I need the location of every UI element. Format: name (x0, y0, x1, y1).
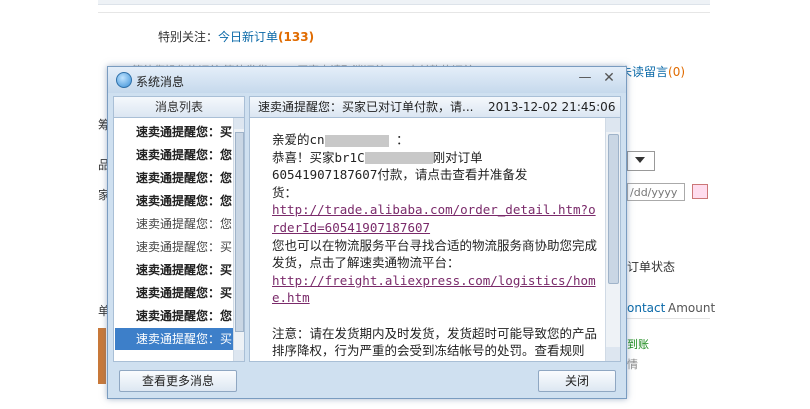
message-list-item[interactable]: 速卖通提醒您：您... (115, 190, 233, 212)
congrats-suffix: 刚对订单 (432, 149, 483, 165)
new-orders-link[interactable]: 今日新订单 (218, 30, 278, 44)
message-list-item[interactable]: 速卖通提醒您：买... (115, 282, 233, 304)
dialog-title: 系统消息 (136, 75, 185, 89)
message-list-item[interactable]: 速卖通提醒您：买... (115, 121, 233, 143)
amount-header: Amount (668, 301, 716, 315)
message-detail-header: 速卖通提醒您：买家已对订单付款，请... 2013-12-02 21:45:06 (249, 96, 621, 118)
minimize-icon[interactable]: — (576, 69, 594, 87)
message-list-item[interactable]: 速卖通提醒您：您... (115, 144, 233, 166)
message-app-icon (116, 72, 132, 88)
message-content-scrollbar[interactable] (605, 118, 620, 361)
logistics-link[interactable]: http://freight.aliexpress.com/logistics/… (272, 273, 596, 306)
scroll-up-icon[interactable] (234, 118, 244, 129)
view-more-messages-button[interactable]: 查看更多消息 (119, 370, 237, 392)
divider (98, 12, 710, 13)
message-list-item[interactable]: 速卖通提醒您：买... (115, 236, 233, 258)
congrats-text: 恭喜！买家br1C (272, 149, 365, 165)
calendar-icon[interactable] (692, 184, 708, 199)
scroll-up-icon[interactable] (606, 118, 620, 132)
redacted-name (324, 134, 389, 147)
notice-text: 注意：请在发货期内及时发货，发货超时可能导致您的产品排序降权，行为严重的会受到冻… (272, 325, 598, 359)
product-thumbnail (98, 328, 106, 384)
special-label: 特别关注： (158, 30, 219, 44)
chevron-down-icon (635, 157, 645, 163)
message-list-item[interactable]: 速卖通提醒您：买... (115, 328, 233, 350)
message-list-item[interactable]: 速卖通提醒您：您... (115, 167, 233, 189)
system-message-dialog: 系统消息 — ✕ 消息列表 速卖通提醒您：买... 速卖通提醒您：您... 速卖… (107, 66, 627, 399)
message-content: 亲爱的cn ： 恭喜！买家br1C 刚对订单 60541907187607付款，请… (249, 118, 621, 362)
scroll-down-icon[interactable] (234, 350, 244, 361)
top-bar (98, 0, 710, 5)
greeting-suffix: ： (388, 132, 409, 147)
new-orders-count: (133) (278, 30, 315, 44)
greeting-line: 亲爱的cn ： (272, 131, 602, 149)
message-list-item[interactable]: 速卖通提醒您：您... (115, 305, 233, 327)
redacted-buyer (364, 152, 433, 165)
greeting-text: 亲爱的cn (272, 132, 325, 147)
message-list-header: 消息列表 (113, 96, 245, 118)
close-icon[interactable]: ✕ (600, 69, 618, 87)
unread-count: (0) (668, 65, 686, 79)
contact-link[interactable]: ontact (627, 301, 665, 315)
message-subject: 速卖通提醒您：买家已对订单付款，请... (258, 100, 474, 114)
message-list-item[interactable]: 速卖通提醒您：您... (115, 213, 233, 235)
dialog-titlebar[interactable]: 系统消息 — ✕ (108, 67, 626, 93)
order-detail-link[interactable]: http://trade.alibaba.com/order_detail.ht… (272, 202, 596, 235)
filter-select[interactable] (627, 151, 655, 171)
message-date: 2013-12-02 21:45:06 (488, 100, 616, 114)
scroll-thumb[interactable] (608, 134, 619, 284)
message-body: 亲爱的cn ： 恭喜！买家br1C 刚对订单 60541907187607付款，请… (272, 131, 602, 360)
close-button[interactable]: 关闭 (538, 370, 616, 392)
order-line: 60541907187607付款，请点击查看并准备发 (272, 167, 528, 183)
divider (627, 318, 710, 319)
order-status-header: 订单状态 (627, 260, 676, 274)
order-line-2: 货： (272, 184, 298, 200)
date-input[interactable]: /dd/yyyy (627, 183, 685, 201)
message-list-item[interactable]: 速卖通提醒您：买... (115, 259, 233, 281)
unread-messages[interactable]: 未读留言(0) (620, 63, 685, 80)
scroll-thumb[interactable] (235, 132, 244, 332)
special-attention: 特别关注：今日新订单(133) (158, 28, 314, 45)
unread-link[interactable]: 未读留言 (620, 65, 668, 79)
logistics-text: 您也可以在物流服务平台寻找合适的物流服务商协助您完成发货，点击了解速卖通物流平台… (272, 237, 598, 271)
scroll-down-icon[interactable] (606, 347, 620, 361)
detail-text: 情 (627, 358, 638, 371)
paid-status: 到账 (627, 338, 649, 351)
message-list-scrollbar[interactable] (233, 118, 244, 361)
message-list: 速卖通提醒您：买... 速卖通提醒您：您... 速卖通提醒您：您... 速卖通提… (113, 118, 245, 362)
congrats-line: 恭喜！买家br1C 刚对订单 (272, 149, 602, 167)
